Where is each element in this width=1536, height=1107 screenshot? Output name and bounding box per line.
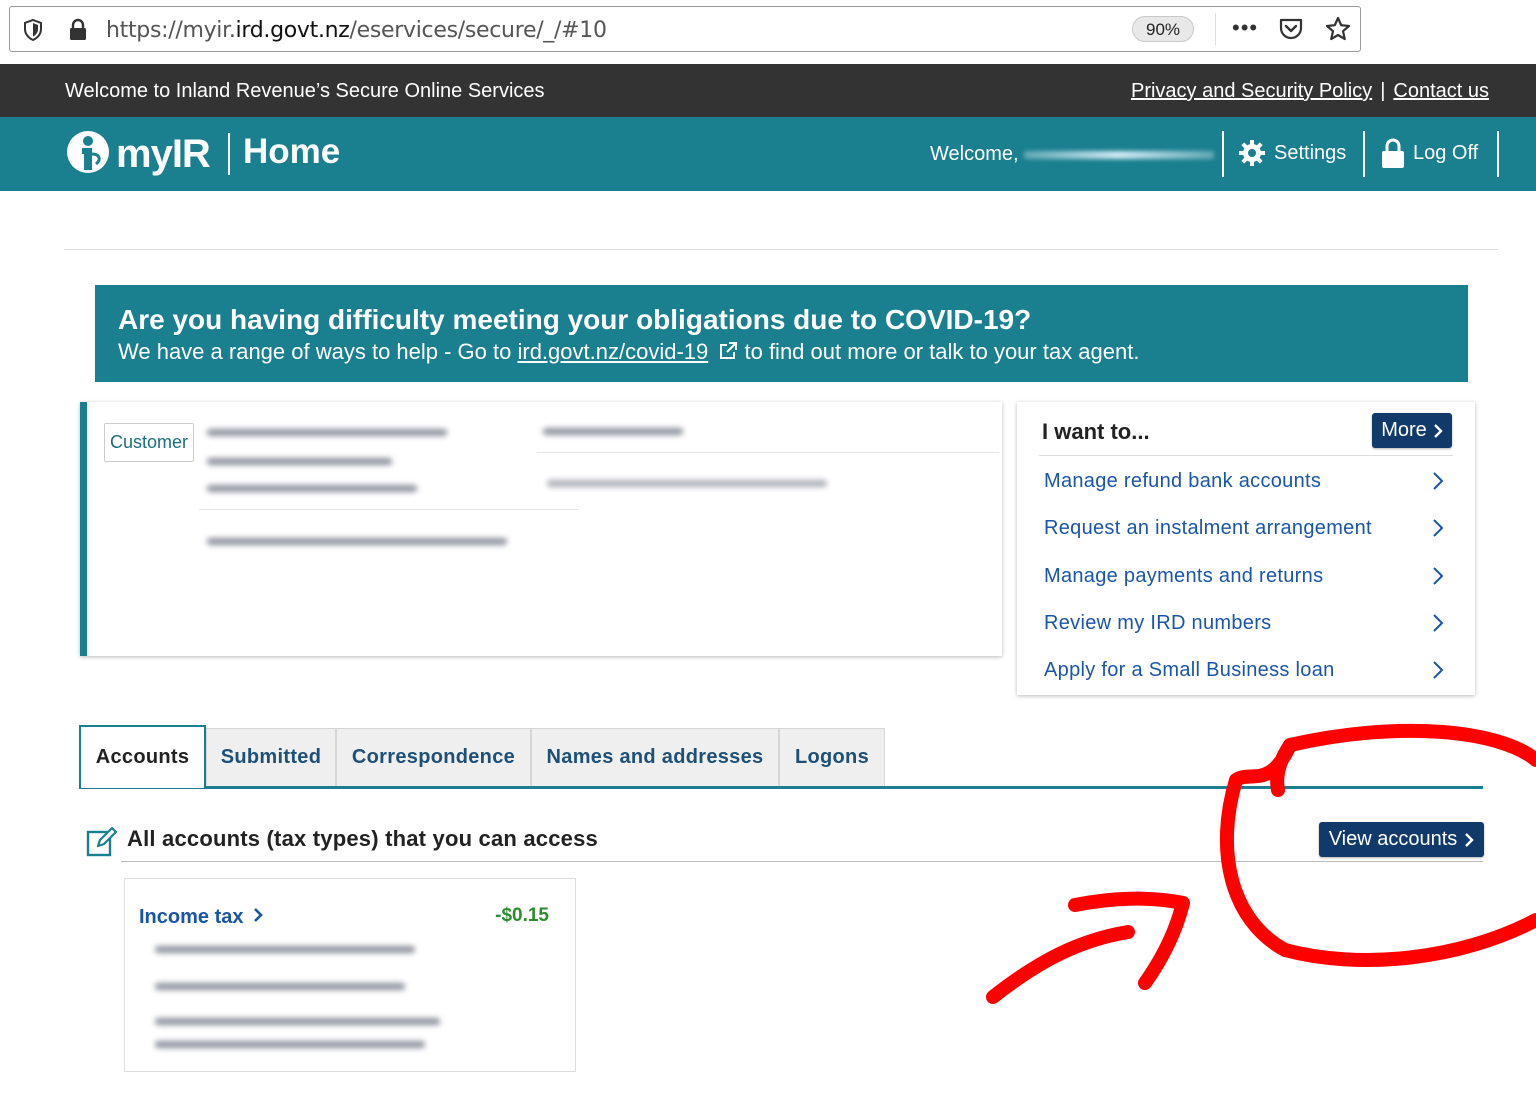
panel-divider — [1039, 455, 1453, 456]
header-divider — [1363, 131, 1365, 177]
chevron-right-icon — [1432, 660, 1444, 686]
welcome-user-label: Welcome, — [930, 143, 1019, 165]
bookmark-star-icon[interactable] — [1324, 15, 1352, 48]
header-divider — [1222, 131, 1224, 177]
address-bar[interactable]: https://myir.ird.govt.nz/eservices/secur… — [9, 6, 1361, 52]
i-want-to-title: I want to... — [1042, 419, 1150, 444]
i-want-item-label: Review my IRD numbers — [1044, 612, 1272, 634]
tab-names-and-addresses[interactable]: Names and addresses — [531, 728, 779, 786]
income-tax-label: Income tax — [139, 906, 244, 928]
secure-services-welcome: Welcome to Inland Revenue’s Secure Onlin… — [65, 80, 545, 102]
top-links: Privacy and Security Policy | Contact us — [1131, 80, 1489, 103]
red-arrow-annotation — [986, 891, 1190, 1004]
more-button[interactable]: More — [1372, 413, 1452, 448]
tab-submitted[interactable]: Submitted — [206, 728, 336, 786]
customer-summary-card: Customer — [80, 402, 1002, 656]
log-off-button[interactable]: Log Off — [1381, 137, 1478, 169]
i-want-item-ird-numbers[interactable]: Review my IRD numbers — [1044, 612, 1444, 642]
tab-accounts[interactable]: Accounts — [79, 725, 206, 788]
i-want-item-instalment-arrangement[interactable]: Request an instalment arrangement — [1044, 517, 1444, 547]
accounts-section-title: All accounts (tax types) that you can ac… — [127, 826, 598, 851]
section-divider — [121, 861, 1483, 862]
covid-banner: Are you having difficulty meeting your o… — [95, 285, 1468, 382]
customer-badge: Customer — [104, 423, 195, 462]
link-separator: | — [1380, 80, 1386, 102]
redacted-text — [207, 458, 392, 465]
header-divider — [1497, 131, 1499, 177]
i-want-item-label: Apply for a Small Business loan — [1044, 659, 1335, 681]
settings-label: Settings — [1274, 141, 1347, 164]
gear-icon — [1238, 139, 1266, 167]
covid-text-after: to find out more or talk to your tax age… — [738, 339, 1140, 364]
myir-logo[interactable]: myIR — [66, 129, 211, 179]
content-divider — [64, 249, 1498, 250]
contact-us-link[interactable]: Contact us — [1393, 80, 1489, 102]
chevron-right-icon — [1432, 471, 1444, 497]
url-prefix: https://myir. — [106, 18, 236, 43]
redacted-text — [547, 480, 827, 487]
chevron-right-icon — [1432, 613, 1444, 639]
redacted-text — [155, 983, 405, 990]
page-title: Home — [243, 132, 341, 171]
tab-logons[interactable]: Logons — [779, 728, 885, 786]
redacted-text — [155, 946, 415, 953]
income-tax-link[interactable]: Income tax — [139, 906, 263, 929]
more-label: More — [1381, 419, 1427, 441]
lock-icon[interactable] — [68, 18, 88, 47]
chevron-right-icon — [1432, 566, 1444, 592]
toolbar-divider — [1215, 13, 1216, 45]
main-header: myIR Home Welcome, Settings Log Off — [0, 117, 1536, 191]
redacted-text — [543, 428, 683, 435]
i-want-item-label: Manage refund bank accounts — [1044, 470, 1322, 492]
chevron-right-icon — [1464, 832, 1474, 848]
zoom-level-badge[interactable]: 90% — [1132, 16, 1194, 42]
pocket-icon[interactable] — [1278, 16, 1304, 47]
settings-button[interactable]: Settings — [1238, 139, 1346, 167]
url-domain: ird.govt.nz — [235, 18, 350, 43]
header-divider — [228, 133, 230, 175]
i-want-item-label: Request an instalment arrangement — [1044, 517, 1372, 539]
more-actions-icon[interactable]: ••• — [1232, 15, 1258, 41]
chevron-right-icon — [253, 906, 263, 929]
url-text[interactable]: https://myir.ird.govt.nz/eservices/secur… — [106, 18, 607, 43]
tabs-underline — [79, 786, 1483, 789]
i-want-item-small-business-loan[interactable]: Apply for a Small Business loan — [1044, 659, 1444, 689]
covid-text-before: We have a range of ways to help - Go to — [118, 339, 518, 364]
chevron-right-icon — [1433, 423, 1443, 439]
redacted-text — [207, 429, 447, 436]
info-person-icon — [66, 130, 110, 179]
external-link-icon — [718, 341, 738, 367]
income-tax-balance: -$0.15 — [495, 905, 549, 926]
i-want-item-payments-and-returns[interactable]: Manage payments and returns — [1044, 565, 1444, 595]
url-path: /eservices/secure/_/#10 — [349, 18, 607, 43]
redacted-text — [207, 485, 417, 492]
privacy-policy-link[interactable]: Privacy and Security Policy — [1131, 80, 1372, 102]
income-tax-card: Income tax -$0.15 — [124, 878, 576, 1072]
shield-icon[interactable] — [22, 18, 44, 47]
browser-toolbar: https://myir.ird.govt.nz/eservices/secur… — [0, 0, 1536, 64]
i-want-item-label: Manage payments and returns — [1044, 565, 1324, 587]
padlock-icon — [1381, 137, 1405, 169]
covid-link[interactable]: ird.govt.nz/covid-19 — [517, 339, 708, 364]
view-accounts-label: View accounts — [1328, 828, 1458, 850]
logo-text: myIR — [116, 131, 211, 176]
redacted-text — [207, 538, 507, 545]
view-accounts-button[interactable]: View accounts — [1319, 822, 1484, 857]
card-divider — [199, 509, 579, 510]
redacted-text — [155, 1041, 425, 1048]
covid-text: We have a range of ways to help - Go to … — [118, 339, 1139, 367]
redacted-username — [1024, 151, 1214, 159]
redacted-text — [155, 1018, 440, 1025]
log-off-label: Log Off — [1413, 141, 1479, 164]
top-welcome-bar: Welcome to Inland Revenue’s Secure Onlin… — [0, 64, 1536, 117]
i-want-to-panel: I want to... More Manage refund bank acc… — [1017, 402, 1475, 695]
card-divider — [537, 452, 999, 453]
edit-note-icon — [86, 824, 118, 863]
tab-correspondence[interactable]: Correspondence — [336, 728, 531, 786]
i-want-item-refund-bank-accounts[interactable]: Manage refund bank accounts — [1044, 470, 1444, 500]
chevron-right-icon — [1432, 518, 1444, 544]
covid-heading: Are you having difficulty meeting your o… — [118, 304, 1032, 335]
